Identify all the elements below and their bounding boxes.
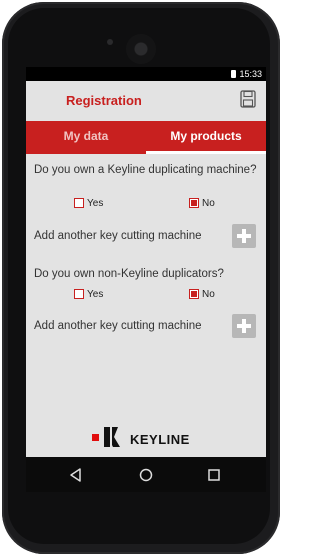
add-machine-button[interactable] bbox=[232, 224, 256, 248]
earpiece-speaker bbox=[126, 34, 156, 64]
option-label: No bbox=[202, 198, 215, 209]
question-keyline-machine: Do you own a Keyline duplicating machine… bbox=[34, 164, 257, 176]
checkbox-no-non-keyline[interactable] bbox=[189, 289, 199, 299]
logo-text: KEYLINE bbox=[130, 432, 190, 447]
checkbox-yes-keyline[interactable] bbox=[74, 198, 84, 208]
keyline-k-icon bbox=[104, 427, 120, 447]
save-icon[interactable] bbox=[240, 90, 256, 108]
page-title: Registration bbox=[66, 93, 142, 108]
option-yes-non-keyline[interactable]: Yes bbox=[74, 289, 103, 300]
add-machine-button[interactable] bbox=[232, 314, 256, 338]
add-keyline-machine-row: Add another key cutting machine bbox=[34, 224, 264, 248]
option-no-non-keyline[interactable]: No bbox=[189, 289, 215, 300]
logo-square bbox=[92, 434, 99, 441]
home-icon[interactable] bbox=[136, 465, 156, 485]
front-camera bbox=[107, 39, 113, 45]
android-nav-bar bbox=[26, 457, 266, 492]
back-icon[interactable] bbox=[66, 465, 86, 485]
status-time: 15:33 bbox=[239, 69, 262, 79]
option-label: No bbox=[202, 289, 215, 300]
checkbox-yes-non-keyline[interactable] bbox=[74, 289, 84, 299]
status-bar: 15:33 bbox=[26, 67, 266, 81]
tab-my-products[interactable]: My products bbox=[146, 121, 266, 154]
tab-my-data[interactable]: My data bbox=[26, 121, 146, 154]
phone-frame: 15:33 Registration My data My products D… bbox=[0, 0, 284, 556]
checkbox-no-keyline[interactable] bbox=[189, 198, 199, 208]
app-header: Registration bbox=[26, 81, 266, 121]
option-yes-keyline[interactable]: Yes bbox=[74, 198, 103, 209]
add-machine-label: Add another key cutting machine bbox=[34, 230, 202, 242]
tab-bar: My data My products bbox=[26, 121, 266, 154]
add-machine-label: Add another key cutting machine bbox=[34, 320, 202, 332]
option-label: Yes bbox=[87, 289, 104, 300]
question-non-keyline: Do you own non-Keyline duplicators? bbox=[34, 268, 224, 280]
screen: 15:33 Registration My data My products D… bbox=[26, 67, 266, 492]
option-label: Yes bbox=[87, 198, 104, 209]
battery-icon bbox=[231, 70, 237, 78]
add-non-keyline-machine-row: Add another key cutting machine bbox=[34, 314, 264, 338]
recents-icon[interactable] bbox=[204, 465, 224, 485]
keyline-logo: KEYLINE bbox=[92, 426, 212, 452]
option-no-keyline[interactable]: No bbox=[189, 198, 215, 209]
